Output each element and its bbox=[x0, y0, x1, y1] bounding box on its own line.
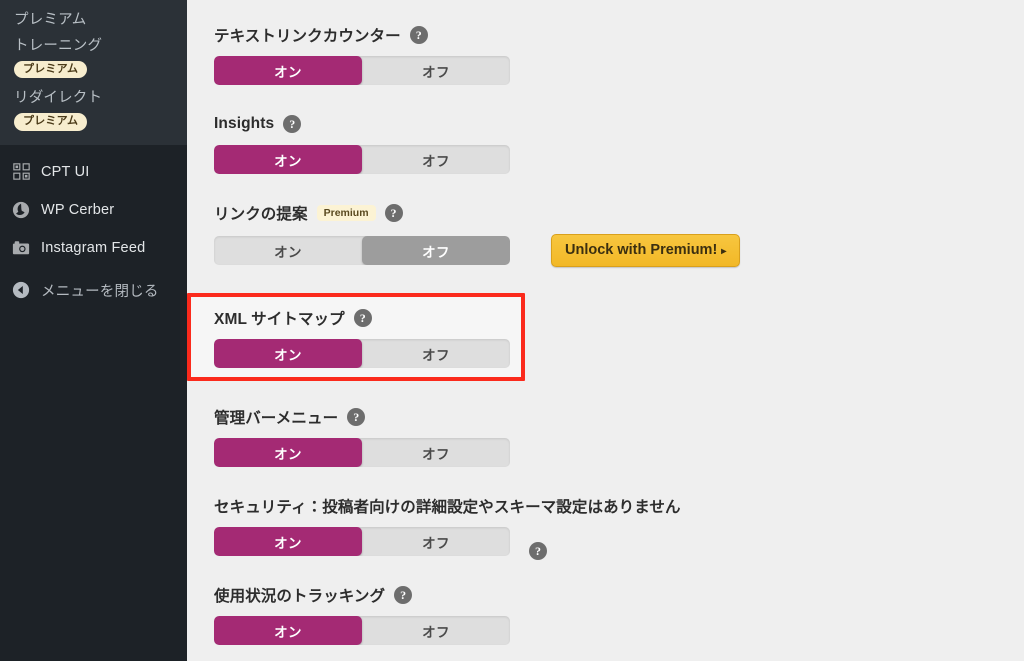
premium-badge: プレミアム bbox=[14, 60, 88, 79]
setting-label: テキストリンクカウンター bbox=[214, 28, 401, 45]
toggle-option-on[interactable]: オン bbox=[214, 145, 362, 174]
settings-list: テキストリンクカウンター? オン オフ Insights? オン オフ リンクの提案 Prem… bbox=[187, 20, 1024, 645]
toggle-option-off[interactable]: オフ bbox=[362, 438, 510, 467]
sidebar-item-label: WP Cerber bbox=[41, 201, 115, 218]
on-off-toggle[interactable]: オン オフ bbox=[214, 616, 510, 645]
setting-label: 管理バーメニュー bbox=[214, 410, 339, 427]
setting-label: XML サイトマップ bbox=[214, 311, 345, 328]
setting-row: テキストリンクカウンター? オン オフ bbox=[187, 20, 1024, 85]
on-off-toggle[interactable]: オン オフ bbox=[214, 527, 510, 556]
settings-content: テキストリンクカウンター? オン オフ Insights? オン オフ リンクの提案 Prem… bbox=[187, 0, 1024, 661]
toggle-option-on[interactable]: オン bbox=[214, 527, 362, 556]
sidebar-item-premium[interactable]: プレミアム bbox=[0, 6, 187, 32]
sidebar-collapse-label: メニューを閉じる bbox=[41, 283, 159, 300]
toggle-line: オン オフ? bbox=[214, 527, 1024, 560]
setting-row-content: Insights? オン オフ bbox=[214, 109, 1024, 174]
toggle-option-on[interactable]: オン bbox=[214, 438, 362, 467]
toggle-option-on[interactable]: オン bbox=[214, 616, 362, 645]
toggle-option-off[interactable]: オフ bbox=[362, 145, 510, 174]
admin-sidebar: プレミアム トレーニング プレミアム リダイレクト プレミアム CPT UI W… bbox=[0, 0, 187, 661]
setting-row: リンクの提案 Premium? オン オフ Unlock with Premium! ▸ bbox=[187, 198, 1024, 267]
setting-row-header: 使用状況のトラッキング? bbox=[214, 580, 1024, 610]
setting-row-header: リンクの提案 Premium? bbox=[214, 198, 1024, 228]
sidebar-item-label: トレーニング bbox=[14, 37, 103, 54]
setting-row-content: 管理バーメニュー? オン オフ bbox=[214, 402, 1024, 467]
sidebar-item-training[interactable]: トレーニング プレミアム bbox=[0, 32, 187, 84]
sidebar-item-label: CPT UI bbox=[41, 163, 90, 180]
unlock-with-premium-button[interactable]: Unlock with Premium! ▸ bbox=[551, 234, 741, 267]
setting-row: 管理バーメニュー? オン オフ bbox=[187, 402, 1024, 467]
setting-label: Insights bbox=[214, 115, 275, 132]
sidebar-premium-section: プレミアム トレーニング プレミアム リダイレクト プレミアム bbox=[0, 0, 187, 145]
sidebar-item-label: リダイレクト bbox=[14, 90, 103, 107]
premium-badge: Premium bbox=[316, 204, 376, 222]
toggle-option-off[interactable]: オフ bbox=[362, 236, 510, 265]
help-icon[interactable]: ? bbox=[409, 26, 428, 44]
toggle-line: オン オフ bbox=[214, 616, 1024, 645]
help-icon[interactable]: ? bbox=[384, 204, 403, 222]
grid-icon bbox=[11, 162, 31, 182]
setting-label: リンクの提案 bbox=[214, 206, 308, 223]
toggle-option-on[interactable]: オン bbox=[214, 339, 362, 368]
setting-row-content: 使用状況のトラッキング? オン オフ bbox=[214, 580, 1024, 645]
setting-row-header: 管理バーメニュー? bbox=[214, 402, 1024, 432]
on-off-toggle[interactable]: オン オフ bbox=[214, 236, 510, 265]
sidebar-item-label: プレミアム bbox=[14, 12, 87, 28]
on-off-toggle[interactable]: オン オフ bbox=[214, 56, 510, 85]
setting-label: 使用状況のトラッキング bbox=[214, 588, 386, 605]
setting-row-content: リンクの提案 Premium? オン オフ Unlock with Premium! ▸ bbox=[214, 198, 1024, 267]
setting-row-content: テキストリンクカウンター? オン オフ bbox=[214, 20, 1024, 85]
collapse-arrow-icon bbox=[11, 280, 31, 300]
help-icon[interactable]: ? bbox=[529, 542, 547, 560]
setting-row-header: Insights? bbox=[214, 109, 1024, 139]
shield-icon bbox=[11, 200, 31, 220]
settings-page: プレミアム トレーニング プレミアム リダイレクト プレミアム CPT UI W… bbox=[0, 0, 1024, 661]
toggle-line: オン オフ bbox=[214, 56, 1024, 85]
toggle-option-off[interactable]: オフ bbox=[362, 56, 510, 85]
on-off-toggle[interactable]: オン オフ bbox=[214, 145, 510, 174]
setting-row: 使用状況のトラッキング? オン オフ bbox=[187, 580, 1024, 645]
badge-container: プレミアム bbox=[0, 58, 187, 85]
setting-row: セキュリティ：投稿者向けの詳細設定やスキーマ設定はありませんオン オフ? bbox=[187, 491, 1024, 560]
help-icon[interactable]: ? bbox=[283, 115, 302, 133]
toggle-option-on[interactable]: オン bbox=[214, 56, 362, 85]
setting-row: XML サイトマップ? オン オフ bbox=[187, 293, 1024, 381]
toggle-option-off[interactable]: オフ bbox=[362, 616, 510, 645]
camera-icon bbox=[11, 238, 31, 258]
toggle-line: オン オフ bbox=[214, 145, 1024, 174]
sidebar-item-redirects[interactable]: リダイレクト プレミアム bbox=[0, 84, 187, 136]
toggle-option-on[interactable]: オン bbox=[214, 236, 362, 265]
on-off-toggle[interactable]: オン オフ bbox=[214, 438, 510, 467]
sidebar-collapse-menu[interactable]: メニューを閉じる bbox=[0, 271, 187, 310]
unlock-button-label: Unlock with Premium! bbox=[565, 242, 718, 258]
setting-label: セキュリティ：投稿者向けの詳細設定やスキーマ設定はありません bbox=[214, 499, 681, 516]
setting-row-content: XML サイトマップ? オン オフ bbox=[214, 303, 1024, 368]
sidebar-item-cpt-ui[interactable]: CPT UI bbox=[0, 153, 187, 191]
help-icon[interactable]: ? bbox=[347, 408, 366, 426]
help-icon[interactable]: ? bbox=[353, 309, 372, 327]
help-icon[interactable]: ? bbox=[394, 586, 413, 604]
on-off-toggle[interactable]: オン オフ bbox=[214, 339, 510, 368]
sidebar-plugins-section: CPT UI WP Cerber Instagram Feed メニューを閉じる bbox=[0, 144, 187, 661]
toggle-line: オン オフ bbox=[214, 438, 1024, 467]
badge-container: プレミアム bbox=[0, 110, 187, 137]
toggle-line: オン オフ Unlock with Premium! ▸ bbox=[214, 234, 1024, 267]
toggle-option-off[interactable]: オフ bbox=[362, 527, 510, 556]
sidebar-item-wp-cerber[interactable]: WP Cerber bbox=[0, 191, 187, 229]
setting-row-header: セキュリティ：投稿者向けの詳細設定やスキーマ設定はありません bbox=[214, 491, 1024, 521]
setting-row: Insights? オン オフ bbox=[187, 109, 1024, 174]
sidebar-item-instagram-feed[interactable]: Instagram Feed bbox=[0, 229, 187, 267]
caret-right-icon: ▸ bbox=[721, 246, 727, 257]
toggle-line: オン オフ bbox=[214, 339, 1024, 368]
setting-row-content: セキュリティ：投稿者向けの詳細設定やスキーマ設定はありませんオン オフ? bbox=[214, 491, 1024, 560]
sidebar-item-label: Instagram Feed bbox=[41, 239, 146, 256]
setting-row-header: XML サイトマップ? bbox=[214, 303, 1024, 333]
setting-row-header: テキストリンクカウンター? bbox=[214, 20, 1024, 50]
toggle-option-off[interactable]: オフ bbox=[362, 339, 510, 368]
premium-badge: プレミアム bbox=[14, 113, 88, 131]
